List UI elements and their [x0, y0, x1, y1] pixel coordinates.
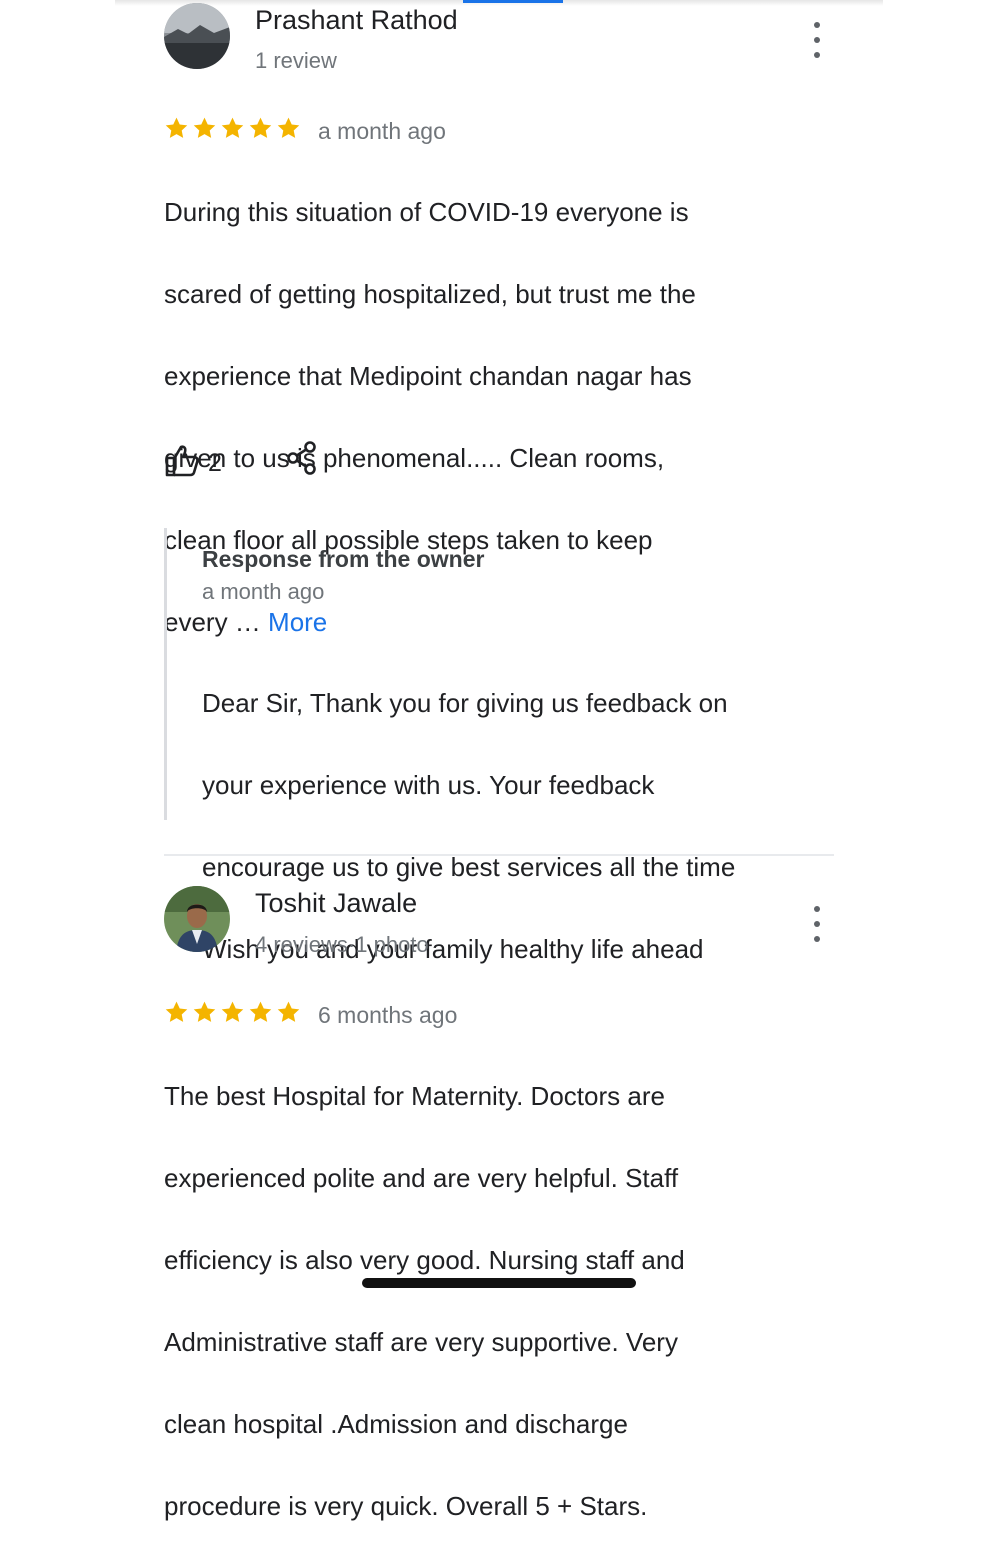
- owner-response-line: your experience with us. Your feedback: [202, 770, 655, 800]
- home-indicator[interactable]: [362, 1278, 636, 1288]
- reviewer-meta: 1 review: [255, 48, 337, 73]
- star-icon: [221, 1001, 244, 1022]
- star-icon: [193, 117, 216, 138]
- review-time: a month ago: [318, 118, 446, 144]
- owner-response-time: a month ago: [202, 579, 325, 604]
- star-icon: [277, 117, 300, 138]
- review-divider: [164, 854, 834, 856]
- review-text-line: scared of getting hospitalized, but trus…: [164, 279, 696, 309]
- star-icon: [249, 117, 272, 138]
- review-text-line: procedure is very quick. Overall 5 + Sta…: [164, 1491, 648, 1521]
- star-icon: [193, 1001, 216, 1022]
- owner-response: Response from the owner a month ago Dear…: [164, 528, 827, 964]
- star-icon: [221, 117, 244, 138]
- more-vert-icon[interactable]: [807, 906, 827, 942]
- reviewer-meta: 4 reviews·1 photo: [255, 932, 429, 957]
- review-text-line: efficiency is also very good. Nursing st…: [164, 1245, 685, 1275]
- reviewer-name[interactable]: Prashant Rathod: [255, 5, 458, 36]
- review-text-line: experience that Medipoint chandan nagar …: [164, 361, 692, 391]
- review-text-line: During this situation of COVID-19 everyo…: [164, 197, 689, 227]
- share-button[interactable]: [285, 440, 319, 481]
- star-rating: [164, 1000, 301, 1025]
- star-icon: [249, 1001, 272, 1022]
- thumbs-up-icon: [165, 444, 199, 476]
- review-text-line: The best Hospital for Maternity. Doctors…: [164, 1081, 665, 1111]
- review-text: The best Hospital for Maternity. Doctors…: [164, 1035, 804, 1568]
- review-text-line: Administrative staff are very supportive…: [164, 1327, 678, 1357]
- avatar[interactable]: [164, 886, 230, 952]
- active-tab-indicator: [463, 0, 563, 3]
- star-rating: [164, 116, 301, 141]
- review-time: 6 months ago: [318, 1002, 458, 1028]
- star-icon: [165, 1001, 188, 1022]
- more-vert-icon[interactable]: [807, 22, 827, 58]
- reviewer-name[interactable]: Toshit Jawale: [255, 888, 417, 919]
- review-text-line: clean hospital .Admission and discharge: [164, 1409, 628, 1439]
- star-icon: [165, 117, 188, 138]
- owner-response-title: Response from the owner: [202, 546, 485, 572]
- share-icon: [287, 441, 316, 475]
- avatar[interactable]: [164, 3, 230, 69]
- review-text-line: experienced polite and are very helpful.…: [164, 1163, 679, 1193]
- like-button[interactable]: 2: [164, 443, 222, 478]
- review-text-line: given to us is phenomenal..... Clean roo…: [164, 443, 665, 473]
- owner-response-line: Dear Sir, Thank you for giving us feedba…: [202, 688, 728, 718]
- star-icon: [277, 1001, 300, 1022]
- like-count: 2: [208, 449, 222, 477]
